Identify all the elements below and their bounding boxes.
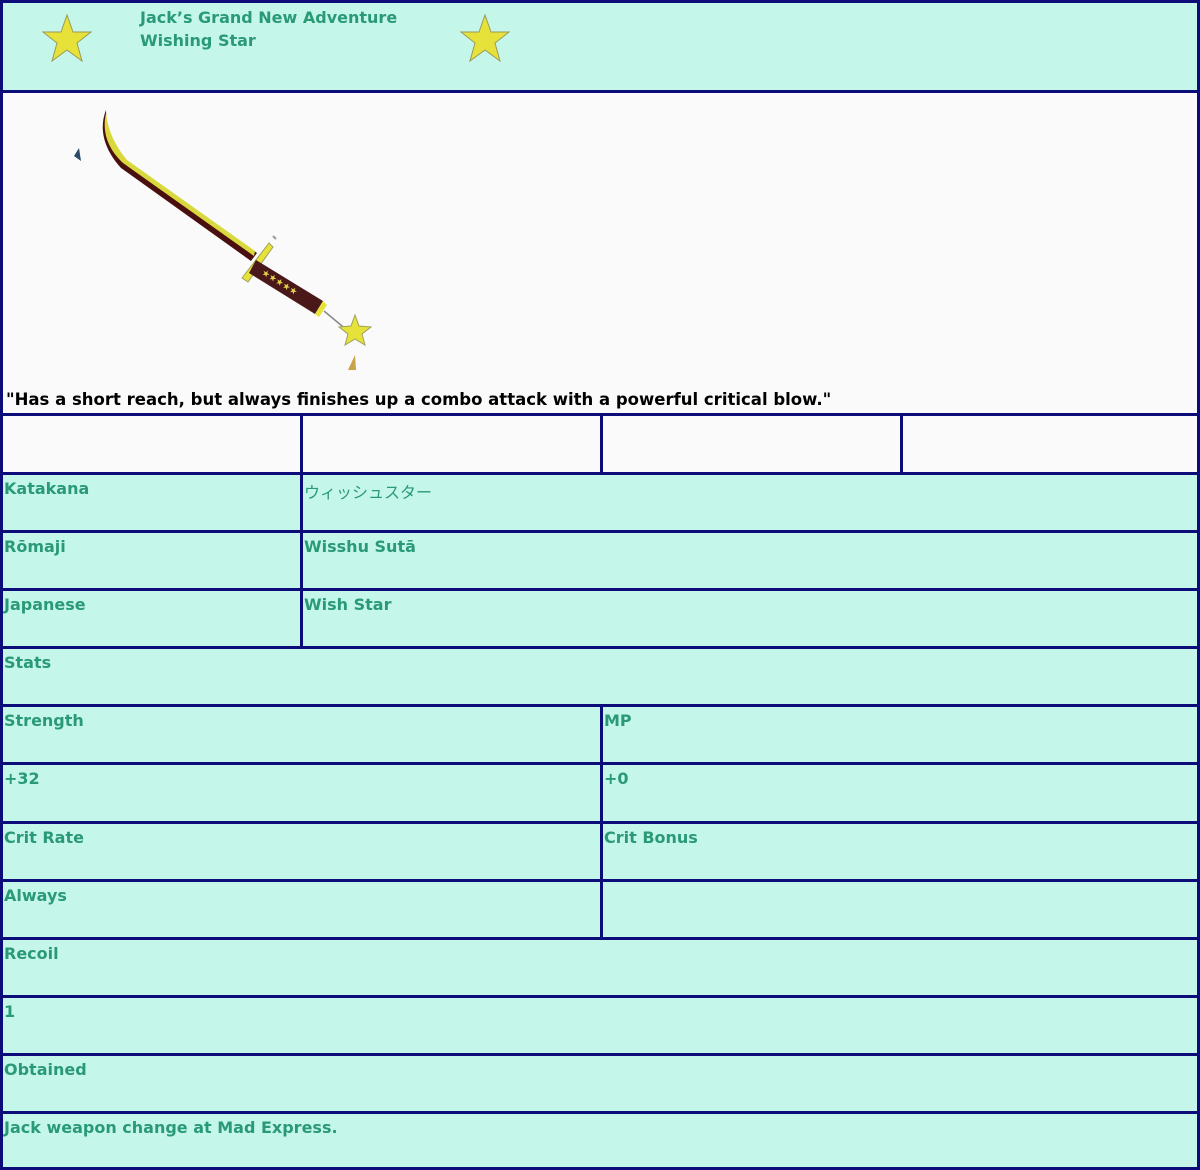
japanese-label: Japanese (3, 591, 303, 646)
fleck-icon (348, 355, 356, 370)
strength-value: +32 (3, 765, 603, 821)
crit-rate-label: Crit Rate (3, 824, 603, 879)
weapon-name: Wishing Star (140, 31, 256, 50)
blank-row (3, 413, 1197, 472)
blank-cell (3, 416, 303, 472)
wishing-star-sword-image: ★★★★★ (74, 110, 373, 370)
strength-mp-label-row: Strength MP (3, 704, 1197, 762)
weapon-infobox: Jack’s Grand New Adventure Wishing Star … (0, 0, 1200, 1170)
recoil-value-row: 1 (3, 995, 1197, 1053)
blank-cell (603, 416, 903, 472)
romaji-value: Wisshu Sutā (303, 533, 1197, 588)
romaji-row: Rōmaji Wisshu Sutā (3, 530, 1197, 588)
fleck-icon (272, 235, 277, 240)
star-icon (459, 13, 511, 63)
fleck-icon (74, 148, 81, 161)
recoil-label-row: Recoil (3, 937, 1197, 995)
katakana-row: Katakana ウィッシュスター (3, 472, 1197, 530)
japanese-row: Japanese Wish Star (3, 588, 1197, 646)
katakana-label: Katakana (3, 475, 303, 530)
mp-value: +0 (603, 765, 1197, 821)
obtained-label-row: Obtained (3, 1053, 1197, 1111)
stats-heading: Stats (3, 649, 1197, 704)
blade-edge-icon (104, 113, 256, 256)
crit-value-row: Always (3, 879, 1197, 937)
obtained-label: Obtained (3, 1056, 1197, 1111)
romaji-label: Rōmaji (3, 533, 303, 588)
mp-label: MP (603, 707, 1197, 762)
obtained-value: Jack weapon change at Mad Express. (3, 1114, 1197, 1167)
crit-bonus-label: Crit Bonus (603, 824, 1197, 879)
stats-heading-row: Stats (3, 646, 1197, 704)
recoil-label: Recoil (3, 940, 1197, 995)
obtained-value-row: Jack weapon change at Mad Express. (3, 1111, 1197, 1167)
infobox-title: Jack’s Grand New Adventure Wishing Star (140, 6, 397, 52)
katakana-value: ウィッシュスター (303, 475, 1197, 530)
weapon-image-area: ★★★★★ "Has a short reach, but always fin… (3, 93, 1197, 413)
japanese-value: Wish Star (303, 591, 1197, 646)
charm-star-icon (337, 313, 373, 347)
recoil-value: 1 (3, 998, 1197, 1053)
weapon-description: "Has a short reach, but always finishes … (6, 390, 832, 409)
crit-label-row: Crit Rate Crit Bonus (3, 821, 1197, 879)
series-title: Jack’s Grand New Adventure (140, 8, 398, 27)
crit-rate-value: Always (3, 882, 603, 937)
crit-bonus-value (603, 882, 1197, 937)
strength-label: Strength (3, 707, 603, 762)
blank-cell (303, 416, 603, 472)
strength-mp-value-row: +32 +0 (3, 762, 1197, 821)
infobox-header: Jack’s Grand New Adventure Wishing Star (3, 0, 1197, 93)
blank-cell (903, 416, 1197, 472)
star-icon (41, 13, 93, 63)
